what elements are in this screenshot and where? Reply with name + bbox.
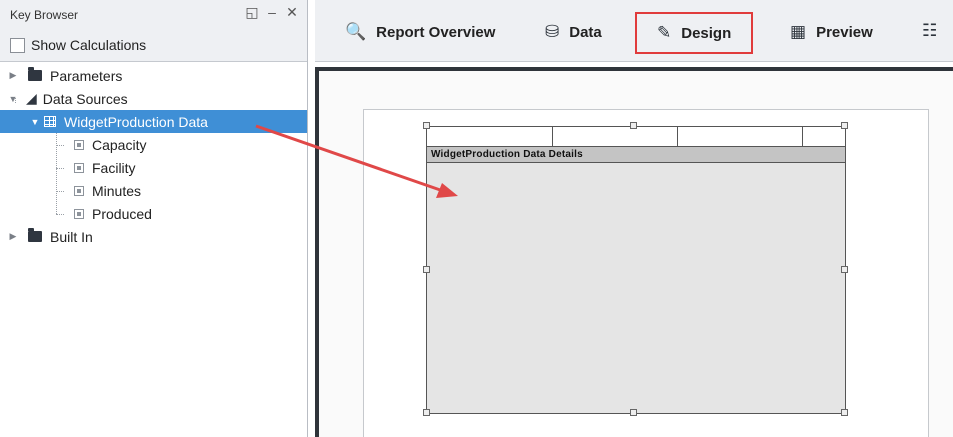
- field-icon: [74, 139, 84, 150]
- tab-label: Preview: [816, 23, 873, 41]
- report-toolbar: 🔍 Report Overview ⛁ Data ✎ Design ▦ Prev…: [315, 0, 953, 62]
- show-calculations-toggle[interactable]: Show Calculations: [10, 37, 146, 53]
- edit-icon: ✎: [657, 23, 672, 42]
- tab-report-overview[interactable]: 🔍 Report Overview: [345, 14, 495, 50]
- tree-item-field[interactable]: Capacity: [0, 133, 307, 156]
- tab-label: Data: [569, 23, 602, 41]
- resize-handle[interactable]: [423, 122, 430, 129]
- header-cell-divider: [802, 127, 803, 147]
- tree-item-label: Parameters: [50, 67, 123, 84]
- resize-handle[interactable]: [841, 409, 848, 416]
- tree-item-label: Capacity: [92, 136, 147, 153]
- header-cell-divider: [552, 127, 553, 147]
- tree-item-label: Data Sources: [42, 90, 128, 107]
- field-icon: [74, 162, 84, 173]
- tree-item-field[interactable]: Facility: [0, 156, 307, 179]
- image-icon: ▦: [790, 22, 807, 41]
- tab-label: Design: [681, 24, 732, 42]
- tree-item-label: Built In: [50, 228, 93, 245]
- resize-handle[interactable]: [423, 266, 430, 273]
- restore-icon[interactable]: ◱: [245, 4, 259, 21]
- tab-design[interactable]: ✎ Design: [635, 12, 754, 54]
- tree-item-widget-production-data[interactable]: ▼ WidgetProduction Data: [0, 110, 307, 133]
- calendar-icon[interactable]: ☷: [922, 21, 937, 41]
- collapse-icon[interactable]: ▼: [30, 117, 40, 127]
- details-band[interactable]: WidgetProduction Data Details: [426, 146, 846, 163]
- magnifier-doc-icon: 🔍: [345, 22, 367, 41]
- field-icon: [74, 185, 84, 196]
- minimize-icon[interactable]: –: [265, 4, 279, 21]
- tab-data[interactable]: ⛁ Data: [545, 14, 602, 50]
- resize-handle[interactable]: [841, 122, 848, 129]
- panel-controls: ◱ – ✕: [245, 4, 299, 21]
- database-icon: ⛁: [545, 22, 560, 41]
- key-browser-header: Key Browser ◱ – ✕ Show Calculations: [0, 0, 307, 62]
- key-browser-panel: Key Browser ◱ – ✕ Show Calculations ▶ Pa…: [0, 0, 308, 437]
- tree-item-built-in[interactable]: ▶ Built In: [0, 225, 307, 248]
- tree-item-parameters[interactable]: ▶ Parameters: [0, 64, 307, 87]
- resize-handle[interactable]: [841, 266, 848, 273]
- resize-handle[interactable]: [630, 122, 637, 129]
- collapse-icon[interactable]: ▼: [8, 94, 18, 104]
- header-cell-divider: [677, 127, 678, 147]
- show-calculations-checkbox[interactable]: [10, 37, 25, 53]
- table-header-row[interactable]: [426, 126, 846, 147]
- field-icon: [74, 208, 84, 219]
- expand-icon[interactable]: ▶: [8, 70, 18, 81]
- open-folder-icon: ◢: [26, 90, 37, 106]
- resize-handle[interactable]: [423, 409, 430, 416]
- table-icon: [44, 116, 56, 127]
- folder-icon: [28, 228, 42, 242]
- show-calculations-label: Show Calculations: [31, 37, 147, 53]
- tree-item-data-sources[interactable]: ▼ ◢ Data Sources: [0, 87, 307, 110]
- tree-item-label: Produced: [92, 205, 152, 222]
- expand-icon[interactable]: ▶: [8, 231, 18, 242]
- tree-item-label: WidgetProduction Data: [64, 113, 208, 130]
- tree-item-label: Facility: [92, 159, 136, 176]
- panel-title: Key Browser: [10, 8, 79, 22]
- report-table[interactable]: [426, 126, 846, 414]
- resize-handle[interactable]: [630, 409, 637, 416]
- folder-icon: [28, 67, 42, 81]
- key-tree: ▶ Parameters ▼ ◢ Data Sources ▼ WidgetPr…: [0, 64, 307, 248]
- close-icon[interactable]: ✕: [285, 4, 299, 21]
- tree-item-label: Minutes: [92, 182, 142, 199]
- tree-item-field[interactable]: Produced: [0, 202, 307, 225]
- tree-item-field[interactable]: Minutes: [0, 179, 307, 202]
- tab-label: Report Overview: [376, 23, 496, 41]
- tab-preview[interactable]: ▦ Preview: [790, 14, 873, 50]
